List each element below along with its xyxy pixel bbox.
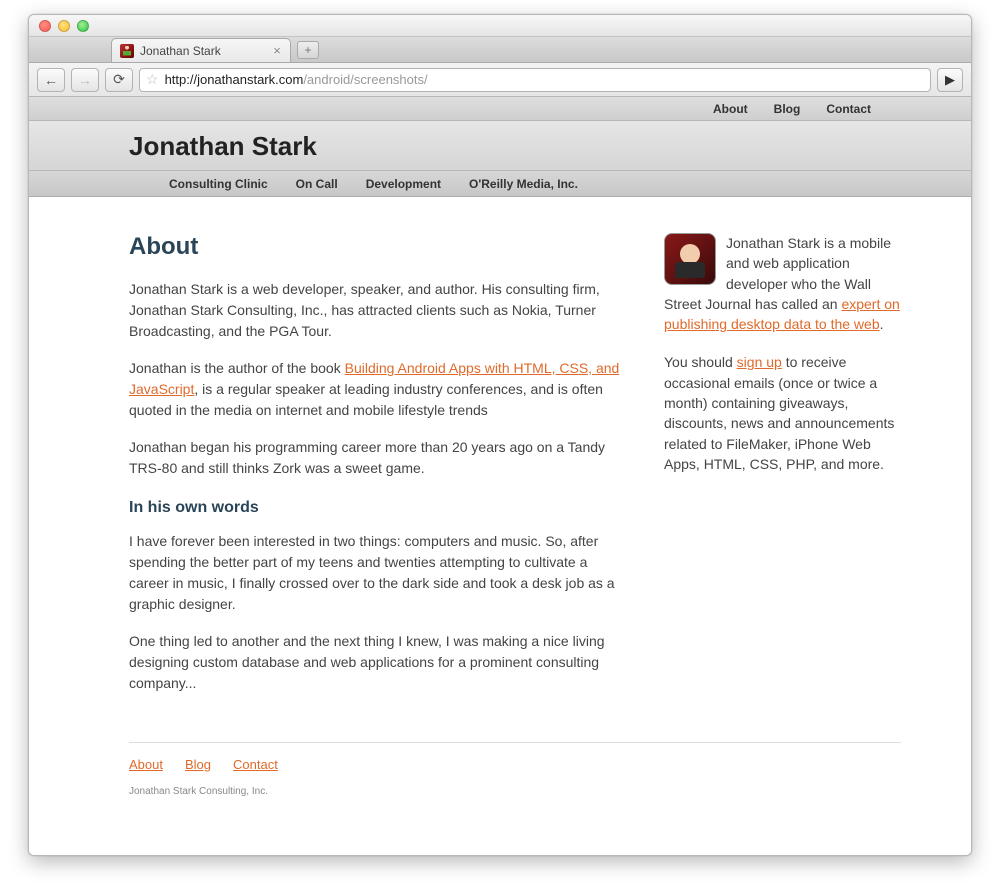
main-column: About Jonathan Stark is a web developer,… [129,233,624,710]
bookmark-star-icon[interactable]: ☆ [146,71,159,88]
site-title: Jonathan Stark [129,131,971,162]
avatar [664,233,716,285]
signup-link[interactable]: sign up [737,354,782,370]
sidebar-bio: Jonathan Stark is a mobile and web appli… [664,233,901,334]
forward-button[interactable]: → [71,68,99,92]
nav-on-call[interactable]: On Call [296,177,338,191]
browser-toolbar: ← → ⟳ ☆ http://jonathanstark.com/android… [29,63,971,97]
sidebar-bio-post: . [880,316,884,332]
sidebar-signup-pre: You should [664,354,737,370]
close-window-button[interactable] [39,20,51,32]
nav-development[interactable]: Development [366,177,441,191]
plus-icon: + [304,43,311,57]
sub-heading: In his own words [129,499,624,517]
site-main-nav: Consulting Clinic On Call Development O'… [29,171,971,197]
play-icon: ▶ [945,72,955,88]
nav-consulting-clinic[interactable]: Consulting Clinic [169,177,268,191]
window-titlebar [29,15,971,37]
about-paragraph-2: Jonathan is the author of the book Build… [129,358,624,421]
site-header: Jonathan Stark [29,121,971,171]
url-path: /android/screenshots/ [303,72,427,87]
page-heading: About [129,233,624,261]
page-viewport: About Blog Contact Jonathan Stark Consul… [29,97,971,855]
minimize-window-button[interactable] [58,20,70,32]
close-tab-button[interactable]: × [270,43,284,58]
tab-strip: Jonathan Stark × + [29,37,971,63]
zoom-window-button[interactable] [77,20,89,32]
topnav-about[interactable]: About [713,102,748,116]
browser-window: Jonathan Stark × + ← → ⟳ ☆ http://jonath… [28,14,972,856]
arrow-right-icon: → [78,72,92,88]
about-paragraph-3: Jonathan began his programming career mo… [129,437,624,479]
footer-link-blog[interactable]: Blog [185,757,211,772]
new-tab-button[interactable]: + [297,41,319,59]
reload-button[interactable]: ⟳ [105,68,133,92]
footer-link-about[interactable]: About [129,757,163,772]
address-bar[interactable]: ☆ http://jonathanstark.com/android/scree… [139,68,931,92]
url-text: http://jonathanstark.com/android/screens… [165,72,428,87]
arrow-left-icon: ← [44,72,58,88]
site-footer: About Blog Contact Jonathan Stark Consul… [129,742,901,827]
about-paragraph-5: One thing led to another and the next th… [129,631,624,694]
tab-title: Jonathan Stark [140,44,221,58]
footer-link-contact[interactable]: Contact [233,757,278,772]
topnav-contact[interactable]: Contact [826,102,871,116]
content-area: About Jonathan Stark is a web developer,… [29,197,971,730]
topnav-blog[interactable]: Blog [774,102,801,116]
footer-copyright: Jonathan Stark Consulting, Inc. [129,786,901,797]
reload-icon: ⟳ [113,71,125,88]
nav-oreilly[interactable]: O'Reilly Media, Inc. [469,177,578,191]
site-utility-nav: About Blog Contact [29,97,971,121]
sidebar-column: Jonathan Stark is a mobile and web appli… [664,233,901,710]
about-paragraph-1: Jonathan Stark is a web developer, speak… [129,279,624,342]
traffic-lights [39,20,89,32]
sidebar-signup: You should sign up to receive occasional… [664,352,901,474]
reader-play-button[interactable]: ▶ [937,68,963,92]
about-p2-post: , is a regular speaker at leading indust… [129,381,603,418]
footer-links: About Blog Contact [129,757,901,772]
favicon-icon [120,44,134,58]
browser-tab[interactable]: Jonathan Stark × [111,38,291,62]
url-host: http://jonathanstark.com [165,72,304,87]
sidebar-signup-post: to receive occasional emails (once or tw… [664,354,894,471]
back-button[interactable]: ← [37,68,65,92]
about-p2-pre: Jonathan is the author of the book [129,360,345,376]
about-paragraph-4: I have forever been interested in two th… [129,531,624,615]
